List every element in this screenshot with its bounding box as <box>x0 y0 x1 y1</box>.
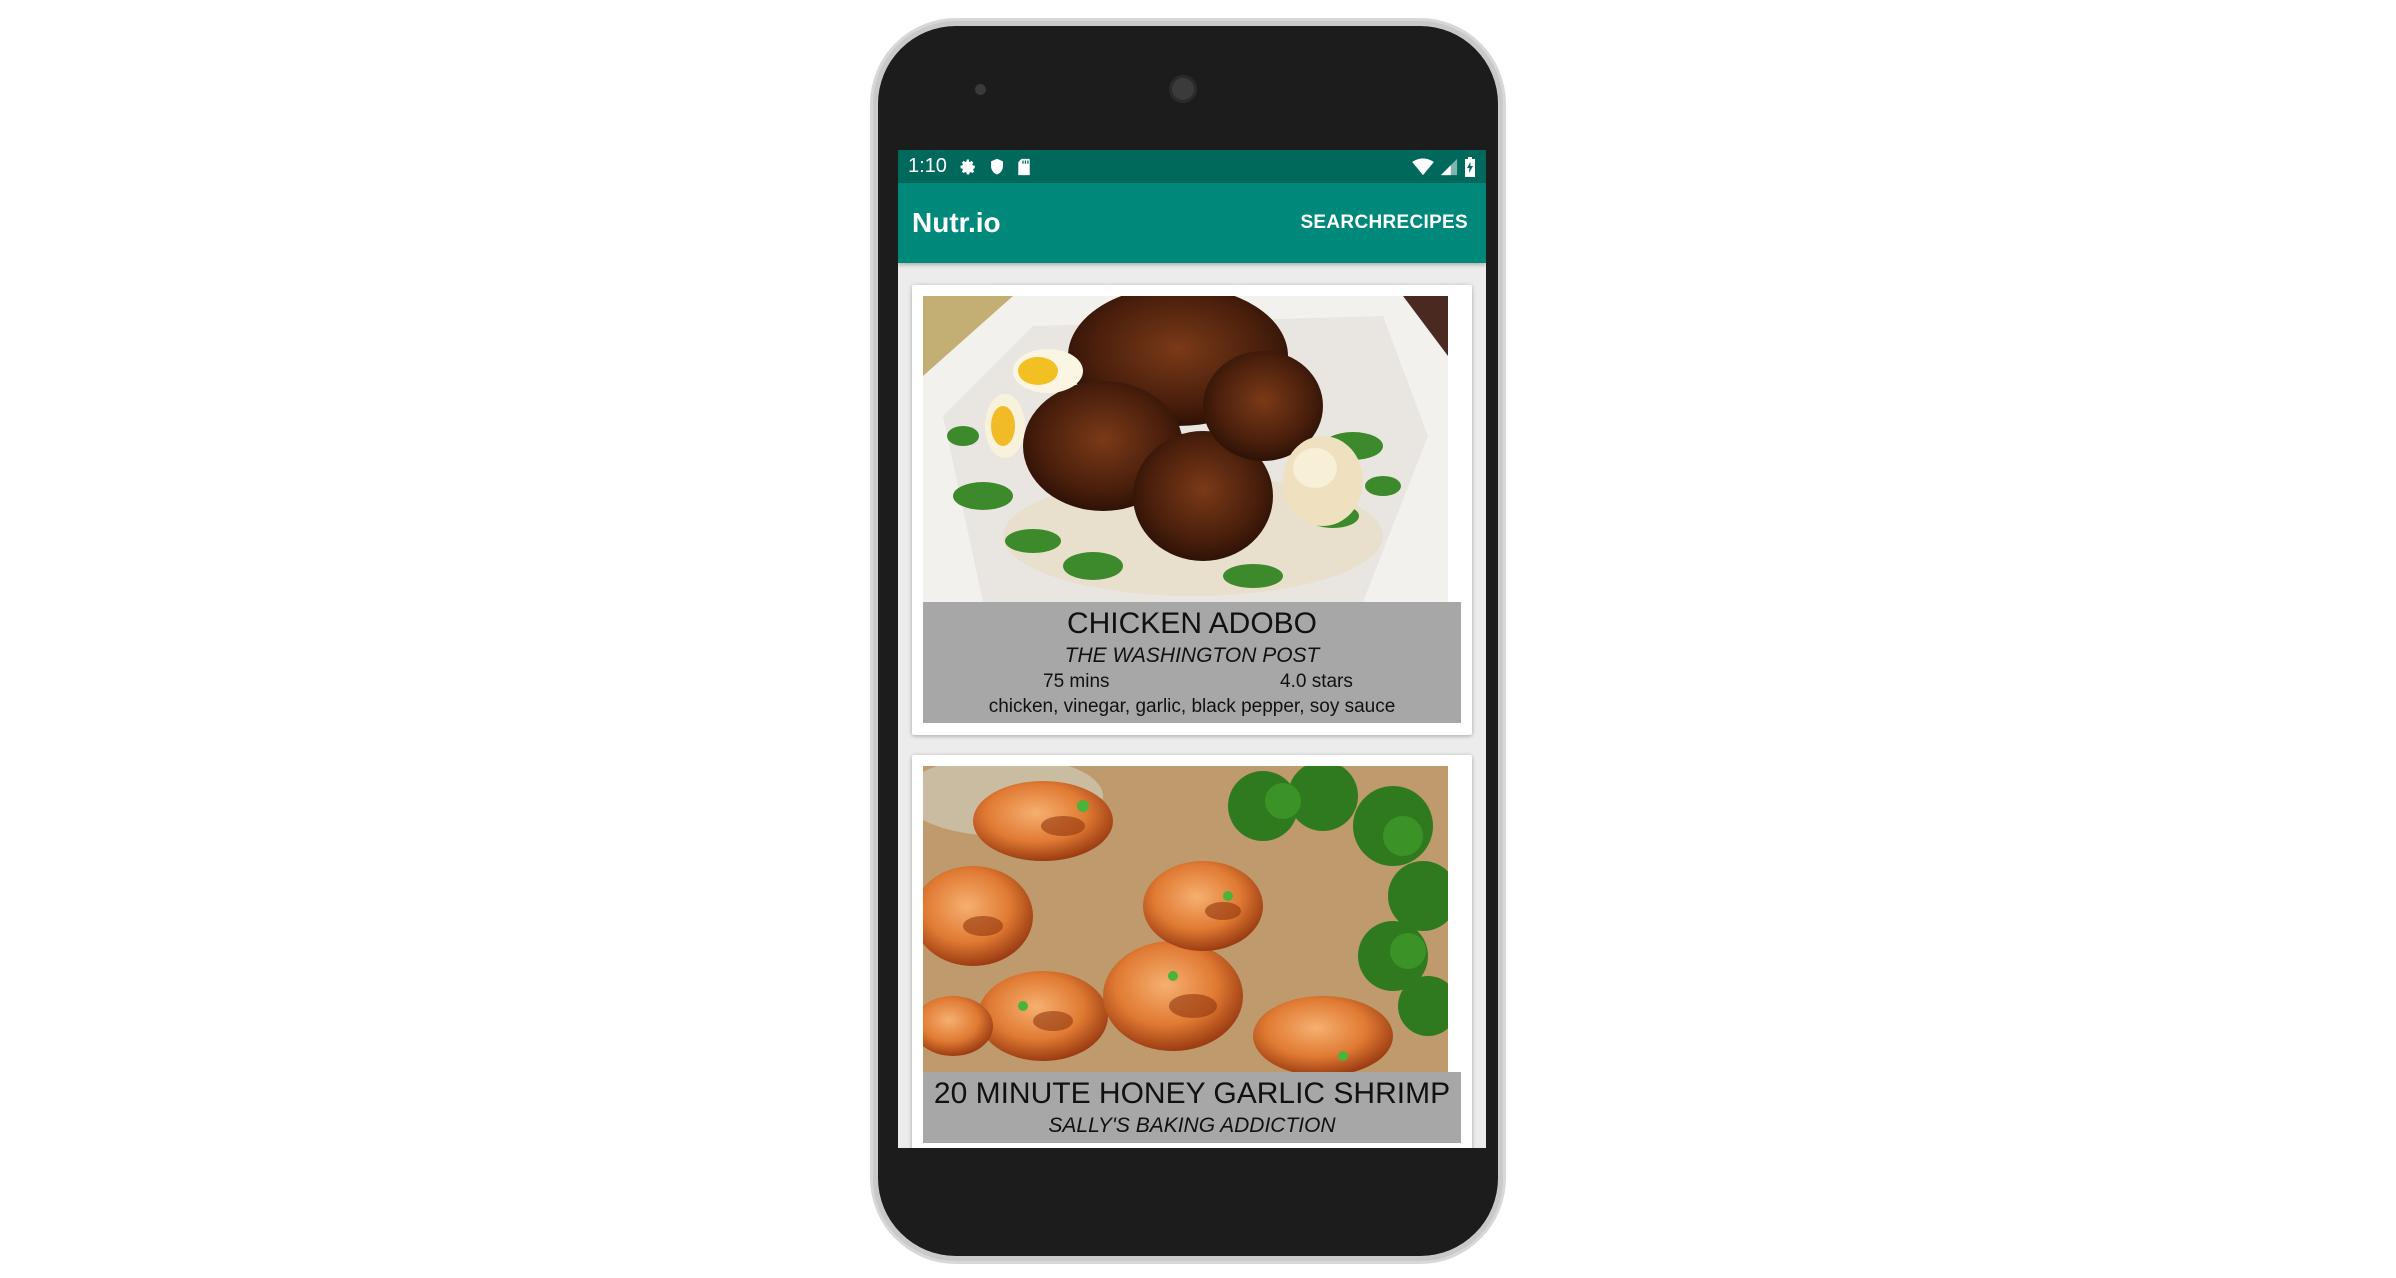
app-screen: 1:10 Nutr.io SEARCHRECIPES CHICKEN ADOBO… <box>898 150 1486 1148</box>
volume-button <box>870 262 878 462</box>
power-button <box>1498 185 1506 270</box>
recipe-list: CHICKEN ADOBO THE WASHINGTON POST 75 min… <box>898 263 1486 1148</box>
app-title: Nutr.io <box>912 207 1001 238</box>
recipe-title: CHICKEN ADOBO <box>1066 607 1318 640</box>
status-time: 1:10 <box>908 155 947 177</box>
status-bar: 1:10 <box>898 150 1486 183</box>
front-camera <box>1169 75 1197 103</box>
recipe-card[interactable]: 20 MINUTE HONEY GARLIC SHRIMP SALLY'S BA… <box>912 755 1472 1148</box>
signal-icon <box>1440 158 1458 176</box>
gear-icon <box>959 158 977 176</box>
recipe-title: 20 MINUTE HONEY GARLIC SHRIMP <box>933 1077 1451 1110</box>
recipe-source: THE WASHINGTON POST <box>1064 644 1320 667</box>
recipe-stats: 75 mins 4.0 stars <box>927 670 1457 694</box>
recipe-info: 20 MINUTE HONEY GARLIC SHRIMP SALLY'S BA… <box>923 1072 1461 1143</box>
battery-icon <box>1464 156 1476 177</box>
recipe-photo-chicken-adobo <box>923 296 1448 602</box>
shield-icon <box>989 158 1005 176</box>
sd-card-icon <box>1017 158 1031 176</box>
recipe-time: 75 mins <box>1043 671 1110 692</box>
recipe-ingredients: chicken, vinegar, garlic, black pepper, … <box>988 696 1396 717</box>
recipe-photo-honey-garlic-shrimp <box>923 766 1448 1072</box>
app-bar: Nutr.io SEARCHRECIPES <box>898 183 1486 263</box>
recipe-card[interactable]: CHICKEN ADOBO THE WASHINGTON POST 75 min… <box>912 285 1472 735</box>
search-recipes-button[interactable]: SEARCHRECIPES <box>1300 212 1468 234</box>
recipe-info: CHICKEN ADOBO THE WASHINGTON POST 75 min… <box>923 602 1461 723</box>
proximity-sensor <box>975 84 986 95</box>
recipe-rating: 4.0 stars <box>1280 671 1353 692</box>
recipe-source: SALLY'S BAKING ADDICTION <box>1048 1114 1336 1137</box>
wifi-icon <box>1412 157 1434 176</box>
